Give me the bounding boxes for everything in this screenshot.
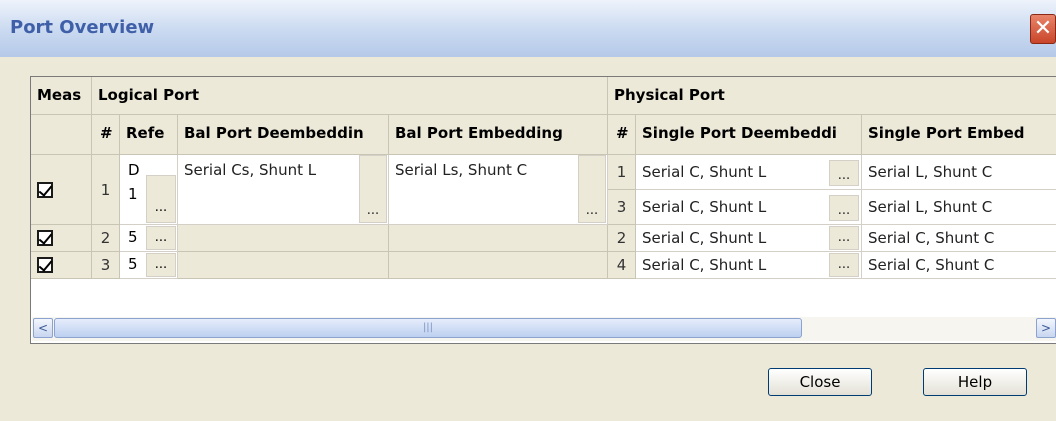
logical-port-header: Logical Port bbox=[92, 77, 608, 115]
scrollbar-thumb[interactable]: ||| bbox=[54, 318, 802, 338]
reference-cell[interactable]: D 1 ... bbox=[120, 155, 178, 225]
title-bar: Port Overview ✕ bbox=[0, 0, 1056, 57]
logical-index-cell: 2 bbox=[92, 225, 120, 252]
bal-embed-col-header[interactable]: Bal Port Embedding bbox=[389, 115, 608, 155]
single-embed-col-header[interactable]: Single Port Embed bbox=[862, 115, 1056, 155]
reference-cell[interactable]: 5 ... bbox=[120, 252, 178, 279]
reference-value: D bbox=[128, 161, 140, 179]
bal-deembed-cell-empty bbox=[178, 252, 389, 279]
window-title: Port Overview bbox=[10, 17, 155, 38]
reference-ellipsis-button[interactable]: ... bbox=[146, 226, 176, 250]
single-deembed-col-header[interactable]: Single Port Deembeddi bbox=[636, 115, 862, 155]
single-deembed-ellipsis-button[interactable]: ... bbox=[829, 160, 859, 186]
single-deembed-value: Serial C, Shunt L bbox=[642, 198, 767, 216]
single-embed-cell[interactable]: Serial C, Shunt C bbox=[862, 252, 1056, 279]
reference-value: 5 bbox=[128, 255, 138, 273]
phys-index-col-header[interactable]: # bbox=[608, 115, 636, 155]
single-deembed-ellipsis-button[interactable]: ... bbox=[829, 253, 859, 277]
meas-header: Meas bbox=[31, 77, 92, 115]
reference-cell[interactable]: 5 ... bbox=[120, 225, 178, 252]
physical-port-header: Physical Port bbox=[608, 77, 1056, 115]
bal-embed-cell[interactable]: Serial Ls, Shunt C ... bbox=[389, 155, 608, 225]
meas-cell bbox=[31, 252, 92, 279]
bal-embed-cell-empty bbox=[389, 252, 608, 279]
single-embed-cell[interactable]: Serial C, Shunt C bbox=[862, 225, 1056, 252]
meas-checkbox-checked-icon[interactable] bbox=[37, 257, 53, 273]
single-deembed-value: Serial C, Shunt L bbox=[642, 256, 767, 274]
single-deembed-ellipsis-button[interactable]: ... bbox=[829, 195, 859, 221]
scroll-left-arrow-icon[interactable]: < bbox=[33, 318, 53, 338]
bal-embed-ellipsis-button[interactable]: ... bbox=[578, 155, 606, 223]
meas-checkbox-checked-icon[interactable] bbox=[37, 230, 53, 246]
reference-ellipsis-button[interactable]: ... bbox=[146, 175, 176, 223]
window-close-icon[interactable]: ✕ bbox=[1030, 14, 1056, 44]
meas-cell bbox=[31, 155, 92, 225]
scroll-right-arrow-icon[interactable]: > bbox=[1036, 318, 1056, 338]
bal-embed-cell-empty bbox=[389, 225, 608, 252]
single-deembed-value: Serial C, Shunt L bbox=[642, 163, 767, 181]
physical-index-cell: 3 bbox=[608, 190, 636, 225]
bal-deembed-ellipsis-button[interactable]: ... bbox=[359, 155, 387, 223]
help-button[interactable]: Help bbox=[923, 368, 1027, 396]
single-embed-cell[interactable]: Serial L, Shunt C bbox=[862, 190, 1056, 225]
close-button[interactable]: Close bbox=[768, 368, 872, 396]
reference-col-header[interactable]: Refe bbox=[120, 115, 178, 155]
bal-deembed-cell[interactable]: Serial Cs, Shunt L ... bbox=[178, 155, 389, 225]
reference-value: 5 bbox=[128, 228, 138, 246]
single-deembed-cell[interactable]: Serial C, Shunt L ... bbox=[636, 252, 862, 279]
bal-embed-value: Serial Ls, Shunt C bbox=[395, 161, 528, 179]
single-deembed-cell[interactable]: Serial C, Shunt L ... bbox=[636, 155, 862, 190]
horizontal-scrollbar[interactable]: < ||| > bbox=[32, 317, 1056, 341]
meas-checkbox-checked-icon[interactable] bbox=[37, 182, 53, 198]
single-deembed-value: Serial C, Shunt L bbox=[642, 229, 767, 247]
logical-index-cell: 1 bbox=[92, 155, 120, 225]
reference-ellipsis-button[interactable]: ... bbox=[146, 253, 176, 277]
port-overview-dialog: Port Overview ✕ Meas Logical Port Physic… bbox=[0, 0, 1056, 421]
meas-cell bbox=[31, 225, 92, 252]
index-col-header[interactable]: # bbox=[92, 115, 120, 155]
physical-index-cell: 2 bbox=[608, 225, 636, 252]
port-table: Meas Logical Port Physical Port # Refe B… bbox=[30, 76, 1056, 344]
single-deembed-cell[interactable]: Serial C, Shunt L ... bbox=[636, 225, 862, 252]
single-deembed-cell[interactable]: Serial C, Shunt L ... bbox=[636, 190, 862, 225]
single-deembed-ellipsis-button[interactable]: ... bbox=[829, 226, 859, 250]
bal-deembed-col-header[interactable]: Bal Port Deembeddin bbox=[178, 115, 389, 155]
physical-index-cell: 1 bbox=[608, 155, 636, 190]
logical-index-cell: 3 bbox=[92, 252, 120, 279]
bal-deembed-value: Serial Cs, Shunt L bbox=[184, 161, 317, 179]
reference-value-2: 1 bbox=[128, 185, 138, 203]
bal-deembed-cell-empty bbox=[178, 225, 389, 252]
single-embed-cell[interactable]: Serial L, Shunt C bbox=[862, 155, 1056, 190]
physical-index-cell: 4 bbox=[608, 252, 636, 279]
meas-col-header bbox=[31, 115, 92, 155]
